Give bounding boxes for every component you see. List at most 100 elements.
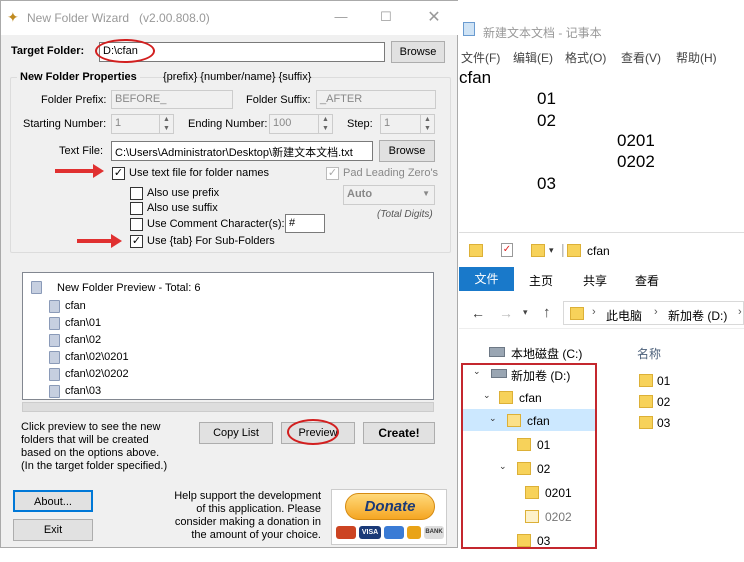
drive-icon [491,369,507,378]
folder-icon [517,534,531,547]
preview-hint: Click preview to see the new folders tha… [21,421,167,473]
address-bar[interactable]: › 此电脑 › 新加卷 (D:) › [563,301,744,325]
about-button[interactable]: About... [13,490,93,512]
create-button[interactable]: Create! [363,422,435,444]
target-folder-label: Target Folder: [11,45,85,57]
breadcrumb-drive-d[interactable]: 新加卷 (D:) [668,307,727,324]
chevron-down-icon[interactable]: ⌄ [473,366,481,377]
wand-icon: ✦ [7,9,19,25]
properties-icon[interactable]: ✓ [501,243,513,257]
total-digits-select[interactable]: Auto ▼ [343,185,435,205]
exit-button[interactable]: Exit [13,519,93,541]
start-number-value: 1 [115,117,122,129]
chevron-down-icon: ▼ [422,189,430,198]
browse-target-button[interactable]: Browse [391,41,445,63]
back-icon[interactable]: ← [471,305,485,321]
close-button[interactable]: ✕ [419,7,449,27]
tab-home[interactable]: 主页 [529,272,553,289]
folder-icon [525,486,539,499]
also-suffix-label: Also use suffix [147,202,218,214]
preview-header-label: New Folder Preview - Total: 6 [57,282,201,294]
chevron-down-icon[interactable]: ▾ [549,245,554,256]
tab-file[interactable]: 文件 [459,267,514,291]
browse-text-file-button[interactable]: Browse [379,140,435,162]
highlight-ellipse [95,39,155,63]
red-arrow-icon [77,234,122,248]
notepad-menu: 文件(F) 编辑(E) 格式(O) 查看(V) 帮助(H) [459,44,744,66]
column-name-header[interactable]: 名称 [637,345,661,362]
maximize-button[interactable]: ☐ [371,9,401,25]
folder-icon [567,244,581,257]
chevron-down-icon[interactable]: ⌄ [489,413,497,424]
pad-zeros-checkbox[interactable]: ✓ [326,167,339,180]
spinner-arrows-icon[interactable]: ▲ ▼ [159,115,173,133]
notepad-icon [463,22,475,36]
menu-format[interactable]: 格式(O) [565,49,606,66]
copy-list-button[interactable]: Copy List [199,422,273,444]
menu-edit[interactable]: 编辑(E) [513,49,553,66]
tree-label: cfan [519,391,542,405]
start-number-label: Starting Number: [23,118,107,130]
donate-panel[interactable]: Donate VISA BANK [331,489,447,545]
toolbar-divider: | [561,241,565,257]
also-prefix-label: Also use prefix [147,187,220,199]
use-text-file-checkbox[interactable]: ✓ [112,167,125,180]
chevron-down-icon[interactable]: ⌄ [499,461,507,472]
support-line: of this application. Please [196,503,321,515]
preview-item-label: cfan [65,300,86,312]
folder-icon [525,510,539,523]
bank-icon: BANK [424,526,444,539]
tree-label: 01 [537,438,551,452]
spinner-arrows-icon[interactable]: ▲ ▼ [420,115,434,133]
folder-icon [517,438,531,451]
breadcrumb-this-pc[interactable]: 此电脑 [606,307,642,324]
also-suffix-checkbox[interactable] [130,202,143,215]
tree-label: 03 [537,534,551,548]
hint-line: based on the options above. [21,447,160,459]
folder-icon [639,395,653,408]
minimize-button[interactable]: — [326,9,356,24]
amex-icon [384,526,404,539]
chevron-down-icon[interactable]: ▾ [523,307,528,318]
horizontal-scrollbar[interactable] [22,402,434,412]
tree-label: 本地磁盘 (C:) [511,347,583,361]
notepad-text-area[interactable]: cfan 01 02 0201 0202 03 [459,66,744,226]
new-folder-icon[interactable] [531,244,545,257]
support-line: the amount of your choice. [191,529,321,541]
highlight-ellipse [287,419,339,445]
tree-label: cfan [527,414,550,428]
tab-view[interactable]: 查看 [635,272,659,289]
end-number-spinner[interactable]: 100 ▲ ▼ [269,114,333,134]
menu-file[interactable]: 文件(F) [461,49,500,66]
step-value: 1 [384,117,391,129]
folder-icon [49,351,60,364]
step-label: Step: [347,118,373,130]
preview-list[interactable]: New Folder Preview - Total: 6 cfan cfan\… [22,272,434,400]
also-prefix-checkbox[interactable] [130,187,143,200]
chevron-down-icon[interactable]: ⌄ [483,390,491,401]
comment-char-input[interactable]: # [285,214,325,233]
text-file-label: Text File: [59,145,104,157]
suffix-input[interactable]: _AFTER [316,90,436,109]
text-file-input[interactable]: C:\Users\Administrator\Desktop\新建文本文档.tx… [111,141,373,161]
notepad-window: 新建文本文档 - 记事本 文件(F) 编辑(E) 格式(O) 查看(V) 帮助(… [459,0,744,228]
properties-title: New Folder Properties [17,71,140,83]
tab-share[interactable]: 共享 [583,272,607,289]
up-arrow-icon[interactable]: ↑ [543,304,551,321]
donate-button[interactable]: Donate [345,493,435,520]
spinner-arrows-icon[interactable]: ▲ ▼ [318,115,332,133]
prefix-input[interactable]: BEFORE_ [111,90,233,109]
use-tab-checkbox[interactable]: ✓ [130,235,143,248]
file-label: 02 [657,395,671,409]
menu-view[interactable]: 查看(V) [621,49,661,66]
folder-icon [517,462,531,475]
folder-icon[interactable] [469,244,483,257]
menu-help[interactable]: 帮助(H) [676,49,717,66]
step-spinner[interactable]: 1 ▲ ▼ [380,114,435,134]
notepad-title: 新建文本文档 - 记事本 [483,26,602,40]
comment-char-checkbox[interactable] [130,218,143,231]
folder-icon [570,307,584,320]
explorer-title: cfan [587,244,610,258]
forward-icon[interactable]: → [499,305,513,321]
start-number-spinner[interactable]: 1 ▲ ▼ [111,114,174,134]
